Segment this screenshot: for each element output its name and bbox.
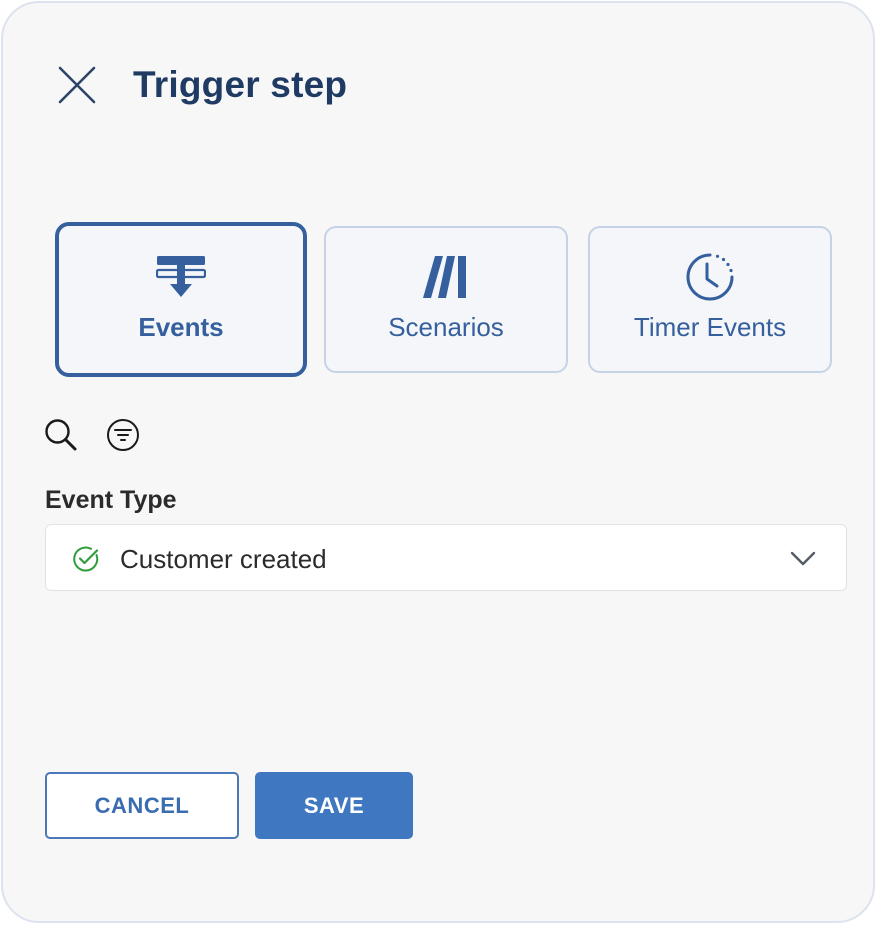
chevron-down-icon[interactable] (790, 547, 816, 574)
save-button[interactable]: SAVE (255, 772, 413, 839)
tile-scenarios[interactable]: Scenarios (324, 226, 568, 373)
filter-icon (107, 419, 139, 451)
scenarios-icon (423, 252, 469, 302)
trigger-step-dialog: Trigger step Events Scenarios Timer Even… (1, 1, 875, 923)
filter-button[interactable] (105, 417, 141, 453)
event-type-select[interactable]: Customer created (45, 524, 847, 591)
tile-scenarios-label: Scenarios (388, 312, 504, 342)
tile-timer-events-label: Timer Events (633, 312, 787, 342)
search-button[interactable] (43, 417, 79, 453)
close-icon (58, 66, 96, 104)
check-circle-icon (72, 545, 100, 578)
timer-icon (685, 252, 735, 302)
list-tools (43, 417, 141, 453)
event-type-label: Event Type (45, 486, 177, 514)
tile-events-label: Events (138, 312, 224, 342)
event-type-value: Customer created (120, 544, 327, 574)
search-icon (45, 419, 77, 451)
tile-timer-events[interactable]: Timer Events (588, 226, 832, 373)
cancel-button[interactable]: CANCEL (45, 772, 239, 839)
dialog-title: Trigger step (133, 64, 348, 105)
tile-events[interactable]: Events (55, 222, 307, 377)
dialog-header: Trigger step (55, 63, 347, 107)
close-button[interactable] (55, 63, 99, 107)
events-icon (156, 254, 206, 304)
